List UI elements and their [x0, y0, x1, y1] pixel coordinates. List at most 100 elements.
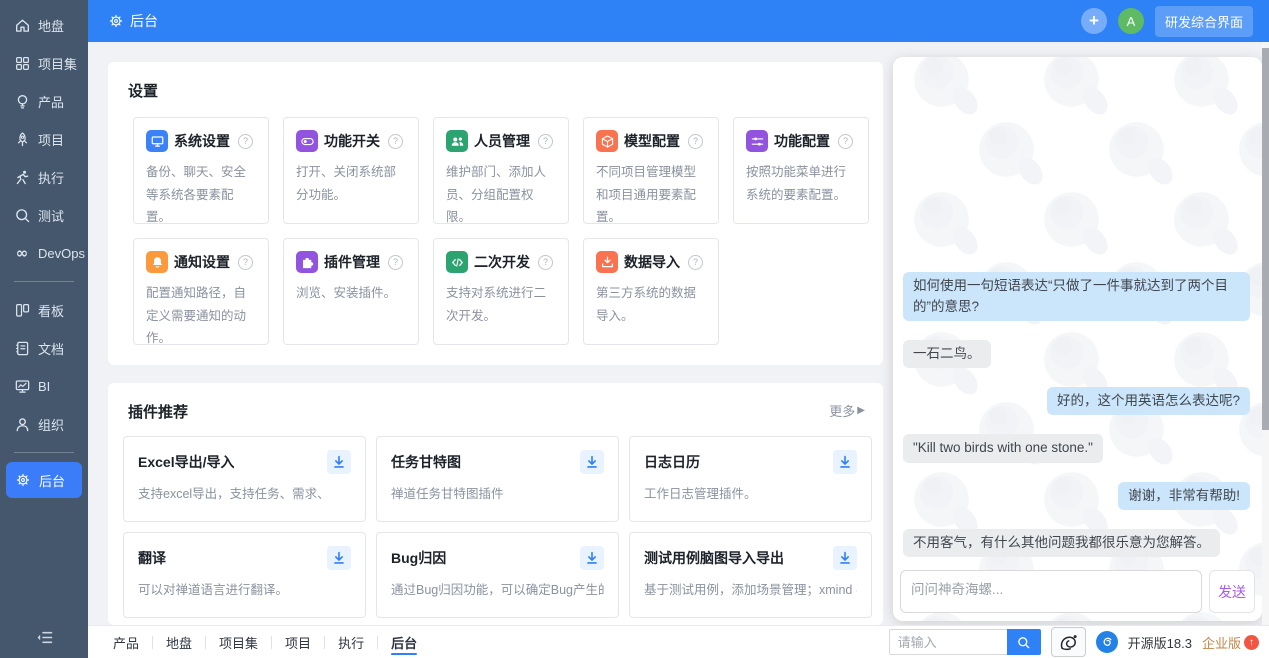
- settings-card-model-config[interactable]: 模型配置? 不同项目管理模型和项目通用要素配置。: [583, 117, 719, 224]
- chat-bubble-assistant: "Kill two birds with one stone.": [903, 434, 1103, 463]
- settings-card-import[interactable]: 数据导入? 第三方系统的数据导入。: [583, 238, 719, 345]
- more-arrow-icon: ▶: [857, 405, 865, 416]
- chat-bubble-user: 谢谢，非常有帮助!: [1118, 481, 1250, 510]
- help-icon[interactable]: ?: [238, 133, 253, 149]
- home-icon: [13, 17, 31, 34]
- settings-card-dev[interactable]: 二次开发? 支持对系统进行二次开发。: [433, 238, 569, 345]
- scrollbar-track[interactable]: [1262, 42, 1269, 625]
- sidebar-item-org[interactable]: 组织: [0, 405, 88, 443]
- collapse-sidebar-button[interactable]: [0, 616, 88, 658]
- sidebar-item-label: 项目: [38, 132, 65, 148]
- bottom-tab-admin[interactable]: 后台: [378, 626, 430, 658]
- settings-card-head: 功能配置?: [746, 130, 856, 152]
- settings-card-notification[interactable]: 通知设置? 配置通知路径，自定义需要通知的动作。: [133, 238, 269, 345]
- help-icon[interactable]: ?: [388, 133, 403, 149]
- search-input[interactable]: [888, 629, 1007, 655]
- help-icon[interactable]: ?: [238, 254, 253, 270]
- sidebar-item-bi[interactable]: BI: [0, 367, 88, 405]
- plugin-card-bug-attribution[interactable]: Bug归因 通过Bug归因功能，可以确定Bug产生的: [376, 532, 619, 618]
- conch-watermark: [1037, 185, 1113, 261]
- chat-input[interactable]: [900, 570, 1202, 613]
- download-icon: [836, 453, 854, 471]
- sidebar-items: 地盘 项目集 产品项目执行 测试 ∞ DevOps 看板 文档 BI 组织后台: [0, 0, 88, 616]
- settings-card-desc: 支持对系统进行二次开发。: [446, 286, 547, 323]
- conch-watermark: [1102, 115, 1178, 191]
- monitor-icon: [146, 130, 168, 152]
- plugin-card-head: 日志日历: [644, 450, 857, 474]
- settings-card-feature-switch[interactable]: 功能开关? 打开、关闭系统部分功能。: [283, 117, 419, 224]
- plugin-card-excel[interactable]: Excel导出/导入 支持excel导出，支持任务、需求、: [123, 436, 366, 522]
- settings-card-head: 插件管理?: [296, 251, 406, 273]
- help-icon[interactable]: ?: [538, 254, 553, 270]
- plugins-panel-title: 插件推荐: [128, 404, 189, 421]
- sidebar-item-doc[interactable]: 文档: [0, 329, 88, 367]
- ai-chat-panel: 如何使用一句短语表达“只做了一件事就达到了两个目的”的意思? 一石二鸟。 好的，这个…: [893, 57, 1262, 621]
- bottom-tab-product[interactable]: 产品: [100, 626, 152, 658]
- help-icon[interactable]: ?: [538, 133, 553, 149]
- plugin-card-desc: 支持excel导出，支持任务、需求、: [138, 487, 330, 501]
- help-icon[interactable]: ?: [688, 133, 703, 149]
- topbar-title[interactable]: 后台: [108, 11, 158, 31]
- settings-card-extension[interactable]: 插件管理? 浏览、安装插件。: [283, 238, 419, 345]
- settings-card-title: 数据导入: [624, 254, 680, 270]
- settings-card-feature-config[interactable]: 功能配置? 按照功能菜单进行系统的要素配置。: [733, 117, 869, 224]
- settings-card-head: 系统设置?: [146, 130, 256, 152]
- plugin-download-button[interactable]: [327, 546, 351, 570]
- scrollbar-thumb[interactable]: [1262, 48, 1269, 430]
- sidebar-item-devops[interactable]: ∞ DevOps: [0, 234, 88, 272]
- sidebar-item-product[interactable]: 产品: [0, 82, 88, 120]
- plugin-download-button[interactable]: [833, 450, 857, 474]
- plugin-card-calendar[interactable]: 日志日历 工作日志管理插件。: [629, 436, 872, 522]
- settings-card-head: 模型配置?: [596, 130, 706, 152]
- bottom-tab-project[interactable]: 项目: [272, 626, 324, 658]
- plugin-download-button[interactable]: [327, 450, 351, 474]
- plugin-download-button[interactable]: [833, 546, 857, 570]
- conch-watermark: [907, 57, 983, 121]
- chat-input-row: 发送: [900, 570, 1255, 613]
- settings-card-title: 模型配置: [624, 133, 680, 149]
- plugin-download-button[interactable]: [580, 450, 604, 474]
- bottom-tab-home[interactable]: 地盘: [153, 626, 205, 658]
- plugin-card-title: 翻译: [138, 550, 166, 566]
- plugin-card-head: 测试用例脑图导入导出: [644, 546, 857, 570]
- help-icon[interactable]: ?: [838, 133, 853, 149]
- plugin-card-head: 任务甘特图: [391, 450, 604, 474]
- sidebar-item-kanban[interactable]: 看板: [0, 291, 88, 329]
- sidebar-item-home[interactable]: 地盘: [0, 6, 88, 44]
- help-icon[interactable]: ?: [388, 254, 403, 270]
- bottom-tab-program[interactable]: 项目集: [206, 626, 271, 658]
- sidebar-item-admin[interactable]: 后台: [6, 462, 82, 498]
- enterprise-link[interactable]: 企业版 ↑: [1202, 633, 1259, 652]
- add-button[interactable]: +: [1080, 8, 1107, 34]
- more-link-label: 更多: [829, 404, 856, 419]
- plugin-card-desc: 禅道任务甘特图插件: [391, 487, 504, 501]
- download-icon: [583, 453, 601, 471]
- settings-card-head: 二次开发?: [446, 251, 556, 273]
- sidebar-item-qa[interactable]: 测试: [0, 196, 88, 234]
- plugin-card-testcase-mindmap[interactable]: 测试用例脑图导入导出 基于测试用例，添加场景管理；xmind 导: [629, 532, 872, 618]
- plugin-download-button[interactable]: [580, 546, 604, 570]
- search-box: [888, 629, 1041, 655]
- sidebar-item-label: BI: [38, 378, 51, 394]
- avatar[interactable]: A: [1117, 8, 1144, 34]
- download-icon: [583, 549, 601, 567]
- plugin-card-gantt[interactable]: 任务甘特图禅道任务甘特图插件: [376, 436, 619, 522]
- chat-bubble-user: 如何使用一句短语表达“只做了一件事就达到了两个目的”的意思?: [903, 272, 1250, 321]
- more-link[interactable]: 更多 ▶: [829, 401, 865, 420]
- sidebar-item-project[interactable]: 项目: [0, 120, 88, 158]
- plugin-card-translate[interactable]: 翻译 可以对禅道语言进行翻译。: [123, 532, 366, 618]
- send-button[interactable]: 发送: [1209, 570, 1255, 613]
- bottom-tab-execution[interactable]: 执行: [325, 626, 377, 658]
- magic-conch-button[interactable]: [1050, 627, 1086, 657]
- sidebar-item-program[interactable]: 项目集: [0, 44, 88, 82]
- settings-card-system[interactable]: 系统设置? 备份、聊天、安全等系统各要素配置。: [133, 117, 269, 224]
- settings-card-user-admin[interactable]: 人员管理? 维护部门、添加人员、分组配置权限。: [433, 117, 569, 224]
- help-icon[interactable]: ?: [688, 254, 703, 270]
- settings-card-desc: 浏览、安装插件。: [296, 286, 397, 300]
- search-button[interactable]: [1006, 629, 1041, 655]
- settings-panel: 设置 系统设置? 备份、聊天、安全等系统各要素配置。 功能开关? 打开、关闭系统部分功…: [108, 62, 883, 365]
- settings-card-desc: 按照功能菜单进行系统的要素配置。: [746, 165, 847, 202]
- sidebar-item-execution[interactable]: 执行: [0, 158, 88, 196]
- workspace-switch-button[interactable]: 研发综合界面: [1154, 5, 1253, 37]
- settings-card-title: 插件管理: [324, 254, 380, 270]
